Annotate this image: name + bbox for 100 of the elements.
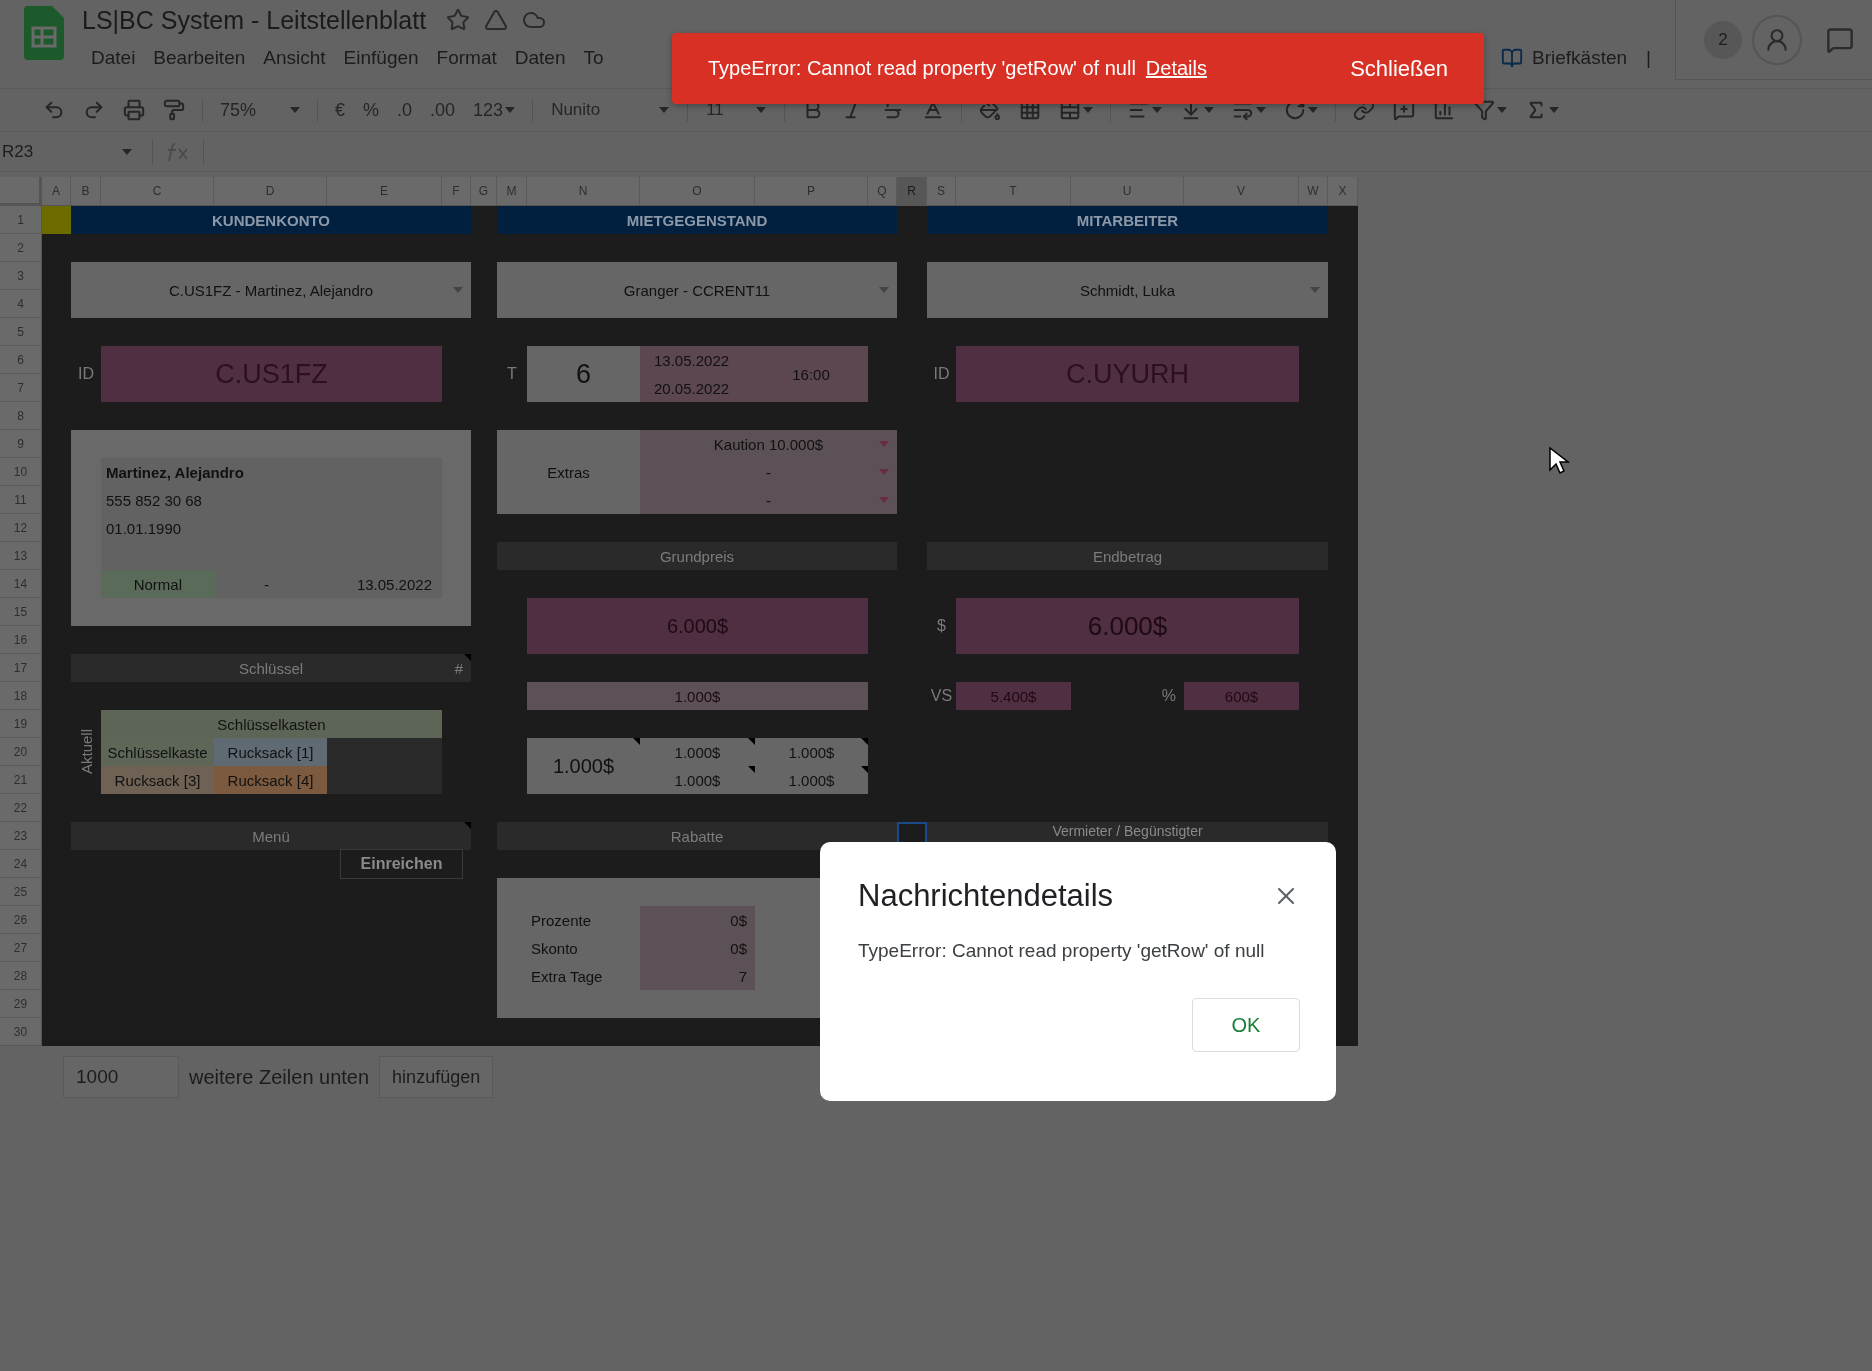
row-header[interactable]: 1 <box>0 206 42 234</box>
details-link[interactable]: Details <box>1145 57 1207 80</box>
row-header[interactable]: 3 <box>0 262 42 290</box>
row-header[interactable]: 8 <box>0 402 42 430</box>
row-header[interactable]: 2 <box>0 234 42 262</box>
breakdown-value: 1.000$ <box>755 738 868 766</box>
employee-dropdown[interactable]: Schmidt, Luka <box>927 262 1328 318</box>
row-header[interactable]: 26 <box>0 906 42 934</box>
row-header[interactable]: 18 <box>0 682 42 710</box>
column-header[interactable]: E <box>327 177 442 206</box>
column-header[interactable]: D <box>214 177 327 206</box>
menu-item[interactable]: Daten <box>505 47 575 69</box>
column-header[interactable]: C <box>101 177 214 206</box>
row-header[interactable]: 14 <box>0 570 42 598</box>
section-header: MIETGEGENSTAND <box>497 206 897 234</box>
breakdown-value: 1.000$ <box>640 766 755 794</box>
row-header[interactable]: 28 <box>0 962 42 990</box>
currency-button[interactable]: € <box>330 93 350 127</box>
close-toast-button[interactable]: Schließen <box>1350 49 1448 88</box>
triangle-icon[interactable] <box>484 8 509 32</box>
comment-icon[interactable] <box>1826 25 1854 54</box>
row-header[interactable]: 22 <box>0 794 42 822</box>
column-header[interactable]: T <box>956 177 1071 206</box>
extra-dropdown[interactable]: Kaution 10.000$ <box>640 430 897 458</box>
row-header[interactable]: 29 <box>0 990 42 1018</box>
collaborator-count[interactable]: 2 <box>1704 20 1742 59</box>
filter-icon[interactable] <box>1473 99 1496 121</box>
row-header[interactable]: 13 <box>0 542 42 570</box>
font-select[interactable]: Nunito <box>545 93 676 127</box>
column-header[interactable]: F <box>442 177 471 206</box>
row-header[interactable]: 17 <box>0 654 42 682</box>
star-icon[interactable] <box>446 8 471 32</box>
column-header[interactable]: R <box>897 177 927 206</box>
row-header[interactable]: 24 <box>0 850 42 878</box>
note-corner-icon <box>464 654 471 661</box>
menu-item[interactable]: Briefkästen <box>1523 47 1637 69</box>
discount-value: 0$ <box>640 934 755 962</box>
decrease-decimals-button[interactable]: .0 <box>392 93 418 127</box>
column-header[interactable]: S <box>927 177 956 206</box>
increase-decimals-button[interactable]: .00 <box>425 93 461 127</box>
menu-item[interactable]: To <box>574 47 613 69</box>
extra-dropdown[interactable]: - <box>640 486 897 514</box>
row-header[interactable]: 5 <box>0 318 42 346</box>
row-header[interactable]: 15 <box>0 598 42 626</box>
hash-label: # <box>454 659 463 677</box>
row-header[interactable]: 30 <box>0 1018 42 1046</box>
document-title[interactable]: LS|BC System - Leitstellenblatt <box>82 5 427 35</box>
row-header[interactable]: 23 <box>0 822 42 850</box>
column-header[interactable]: O <box>640 177 755 206</box>
days-value: 6 <box>527 346 640 402</box>
rows-count-field[interactable]: 1000 <box>63 1056 179 1098</box>
menu-item[interactable]: Ansicht <box>254 47 335 69</box>
column-header[interactable]: W <box>1299 177 1328 206</box>
column-header[interactable]: G <box>471 177 497 206</box>
section-header: Endbetrag <box>927 542 1328 570</box>
user-icon[interactable] <box>1752 14 1802 65</box>
rental-dropdown[interactable]: Granger - CCRENT11 <box>497 262 897 318</box>
extra-dropdown[interactable]: - <box>640 458 897 486</box>
column-header[interactable]: P <box>755 177 868 206</box>
customer-dropdown[interactable]: C.US1FZ - Martinez, Alejandro <box>71 262 471 318</box>
row-header[interactable]: 4 <box>0 290 42 318</box>
key-tag: Rucksack [3] <box>101 766 214 794</box>
add-rows-button[interactable]: hinzufügen <box>379 1056 494 1098</box>
menu-item[interactable]: Bearbeiten <box>144 47 255 69</box>
row-header[interactable]: 9 <box>0 430 42 458</box>
row-header[interactable]: 10 <box>0 458 42 486</box>
row-header[interactable]: 12 <box>0 514 42 542</box>
column-header[interactable]: A <box>42 177 71 206</box>
menu-item[interactable]: Einfügen <box>334 47 428 69</box>
column-header[interactable]: U <box>1071 177 1184 206</box>
column-header[interactable]: V <box>1184 177 1299 206</box>
row-header[interactable]: 25 <box>0 878 42 906</box>
row-header[interactable]: 21 <box>0 766 42 794</box>
submit-button[interactable]: Einreichen <box>340 849 463 879</box>
book-icon[interactable] <box>1501 47 1523 69</box>
caret-icon <box>1497 107 1508 113</box>
column-header[interactable]: M <box>497 177 527 206</box>
row-header[interactable]: 19 <box>0 710 42 738</box>
column-header[interactable]: N <box>527 177 640 206</box>
dialog-title: Nachrichtendetails <box>858 878 1114 914</box>
row-header[interactable]: 20 <box>0 738 42 766</box>
row-header[interactable]: 7 <box>0 374 42 402</box>
column-header[interactable]: Q <box>868 177 897 206</box>
note-corner-icon <box>633 738 640 745</box>
column-header[interactable]: X <box>1328 177 1358 206</box>
number-format-select[interactable]: 123 <box>468 93 521 127</box>
name-box[interactable]: R23 <box>0 141 140 162</box>
zoom-select[interactable]: 75% <box>215 93 305 127</box>
percent-button[interactable]: % <box>358 93 385 127</box>
menu-item[interactable]: Datei <box>82 47 145 69</box>
column-header[interactable]: B <box>71 177 101 206</box>
menu-item[interactable]: Format <box>427 47 506 69</box>
caret-icon <box>1204 107 1215 113</box>
discount-value: 7 <box>640 962 755 990</box>
row-header[interactable]: 27 <box>0 934 42 962</box>
note-corner-icon <box>748 766 755 773</box>
ok-button[interactable]: OK <box>1192 998 1300 1052</box>
row-header[interactable]: 11 <box>0 486 42 514</box>
row-header[interactable]: 6 <box>0 346 42 374</box>
row-header[interactable]: 16 <box>0 626 42 654</box>
